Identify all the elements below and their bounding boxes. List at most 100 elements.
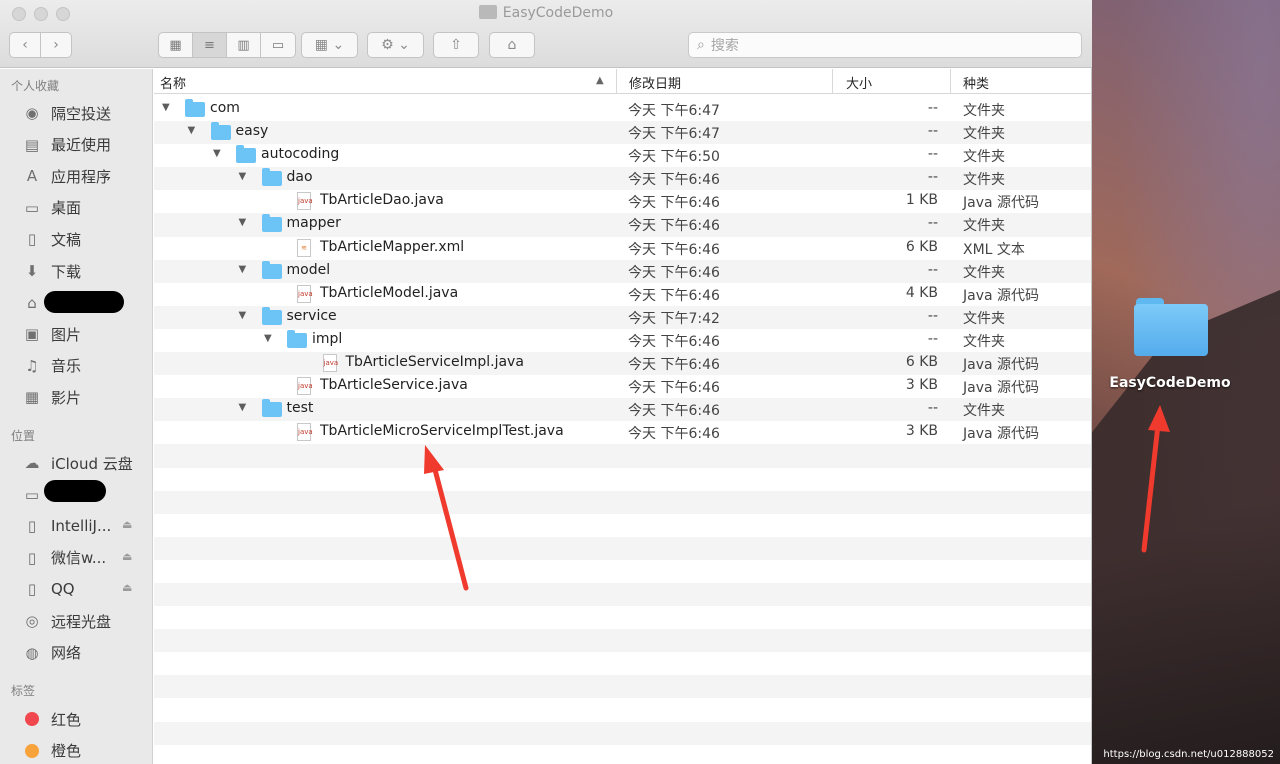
- file-row[interactable]: java TbArticleModel.java 今天 下午6:46 4 KB Java…: [154, 283, 1091, 306]
- sidebar-item-label: 桌面: [51, 199, 82, 218]
- view-mode-selector[interactable]: ▦ ≡ ▥ ▭: [158, 32, 296, 58]
- disclosure-triangle-icon[interactable]: ▼: [264, 333, 272, 344]
- sidebar-item-location[interactable]: ☁ iCloud 云盘: [21, 451, 133, 475]
- file-size: --: [927, 307, 938, 324]
- sidebar-item-location[interactable]: ▯ IntelliJ...: [21, 514, 111, 538]
- file-date: 今天 下午6:46: [628, 172, 720, 189]
- file-kind: Java 源代码: [963, 426, 1040, 443]
- sidebar-item-favorite[interactable]: ▣ 图片: [21, 322, 81, 346]
- sidebar-item-location[interactable]: ◎ 远程光盘: [21, 609, 111, 633]
- file-row[interactable]: java TbArticleDao.java 今天 下午6:46 1 KB Java 源…: [154, 190, 1091, 213]
- documents-icon: ▯: [27, 230, 37, 249]
- laptop-icon: ▭: [24, 485, 40, 504]
- sidebar-item-label: 下载: [51, 262, 82, 281]
- sidebar-item-favorite[interactable]: ◉ 隔空投送: [21, 101, 111, 125]
- disclosure-triangle-icon[interactable]: ▼: [213, 148, 221, 159]
- empty-row: [154, 698, 1091, 721]
- column-size[interactable]: 大小: [846, 73, 872, 92]
- column-kind[interactable]: 种类: [963, 73, 989, 92]
- disclosure-triangle-icon[interactable]: ▼: [239, 264, 247, 275]
- file-row[interactable]: ≋ TbArticleMapper.xml 今天 下午6:46 6 KB XML 文本: [154, 237, 1091, 260]
- icon-view-icon[interactable]: ▦: [159, 33, 193, 57]
- file-row[interactable]: java TbArticleMicroServiceImplTest.java 今天…: [154, 421, 1091, 444]
- folder-row[interactable]: ▼ service 今天 下午7:42 -- 文件夹: [154, 305, 1091, 329]
- search-field[interactable]: ⌕ 搜索: [688, 32, 1082, 58]
- file-name: dao: [286, 169, 313, 186]
- sidebar-item-location[interactable]: ▯ QQ: [21, 577, 75, 601]
- action-button[interactable]: ⚙ ⌄: [367, 32, 424, 58]
- desktop-folder-label[interactable]: EasyCodeDemo: [1100, 375, 1240, 391]
- file-kind: 文件夹: [963, 149, 1005, 166]
- folder-row[interactable]: ▼ com 今天 下午6:47 -- 文件夹: [154, 98, 1091, 121]
- share-button[interactable]: ⇧: [433, 32, 479, 58]
- sidebar-item-location[interactable]: ▯ 微信w...: [21, 546, 106, 570]
- disclosure-triangle-icon[interactable]: ▼: [239, 310, 247, 321]
- column-date[interactable]: 修改日期: [629, 73, 681, 92]
- folder-icon: [261, 214, 282, 233]
- sidebar-item-label: 网络: [51, 644, 82, 663]
- disclosure-triangle-icon[interactable]: ▼: [162, 102, 170, 113]
- list-view-icon[interactable]: ≡: [193, 33, 227, 57]
- file-size: --: [927, 100, 938, 116]
- folder-row[interactable]: ▼ model 今天 下午6:46 -- 文件夹: [154, 259, 1091, 283]
- file-row[interactable]: java TbArticleService.java 今天 下午6:46 3 KB Ja…: [154, 375, 1091, 398]
- sidebar-item-favorite[interactable]: A 应用程序: [21, 164, 111, 188]
- java-file-icon: java: [322, 354, 338, 374]
- file-size: 4 KB: [905, 284, 938, 301]
- disclosure-triangle-icon[interactable]: ▼: [239, 171, 247, 182]
- file-name: TbArticleMicroServiceImplTest.java: [320, 423, 564, 440]
- file-name: impl: [312, 330, 343, 347]
- sidebar-item-tag[interactable]: 红色: [21, 707, 81, 731]
- disclosure-triangle-icon[interactable]: ▼: [188, 125, 196, 136]
- file-date: 今天 下午6:46: [628, 426, 720, 443]
- sidebar-item-label: QQ: [51, 580, 75, 599]
- empty-row: [154, 514, 1091, 537]
- chevron-right-icon: ›: [53, 37, 59, 53]
- folder-row[interactable]: ▼ dao 今天 下午6:46 -- 文件夹: [154, 167, 1091, 191]
- folder-row[interactable]: ▼ impl 今天 下午6:46 -- 文件夹: [154, 329, 1091, 352]
- applications-icon: A: [26, 167, 38, 186]
- column-view-icon[interactable]: ▥: [227, 33, 261, 57]
- group-button[interactable]: ▦ ⌄: [301, 32, 358, 58]
- sidebar-item-tag[interactable]: 橙色: [21, 739, 81, 763]
- sidebar-item-label: 图片: [51, 325, 82, 344]
- sidebar-item-label: IntelliJ...: [51, 517, 112, 536]
- folder-row[interactable]: ▼ test 今天 下午6:46 -- 文件夹: [154, 398, 1091, 422]
- folder-row[interactable]: ▼ autocoding 今天 下午6:50 -- 文件夹: [154, 144, 1091, 167]
- sidebar-item-label: 文稿: [51, 230, 82, 249]
- eject-icon[interactable]: ⏏: [122, 581, 132, 594]
- column-name[interactable]: 名称: [160, 73, 186, 92]
- search-placeholder: 搜索: [710, 38, 739, 54]
- sidebar-item-favorite[interactable]: ▯ 文稿: [21, 227, 81, 251]
- movies-icon: ▦: [24, 388, 40, 407]
- file-kind: 文件夹: [963, 172, 1005, 189]
- file-row[interactable]: java TbArticleServiceImpl.java 今天 下午6:46 6 …: [154, 352, 1091, 376]
- disclosure-triangle-icon[interactable]: ▼: [239, 217, 247, 228]
- eject-icon[interactable]: ⏏: [122, 550, 132, 563]
- desktop-folder-icon[interactable]: [1134, 298, 1208, 356]
- grid-icon: ▦ ⌄: [314, 37, 345, 53]
- folder-row[interactable]: ▼ mapper 今天 下午6:46 -- 文件夹: [154, 213, 1091, 237]
- back-button[interactable]: ‹: [9, 32, 41, 58]
- tags-button[interactable]: ⌂: [489, 32, 535, 58]
- file-name: easy: [235, 123, 269, 140]
- sidebar-item-favorite[interactable]: ▤ 最近使用: [21, 133, 111, 157]
- eject-icon[interactable]: ⏏: [122, 518, 132, 531]
- network-icon: ◍: [25, 643, 39, 662]
- tag-color-icon: [25, 743, 39, 758]
- sidebar-item-favorite[interactable]: ▦ 影片: [21, 385, 81, 409]
- empty-row: [154, 629, 1091, 653]
- sidebar-item-favorite[interactable]: ♫ 音乐: [21, 354, 81, 378]
- sidebar-item-location[interactable]: ◍ 网络: [21, 641, 81, 665]
- sidebar-item-favorite[interactable]: ▭ 桌面: [21, 196, 81, 220]
- file-kind: 文件夹: [963, 218, 1005, 235]
- disclosure-triangle-icon[interactable]: ▼: [239, 402, 247, 413]
- gallery-view-icon[interactable]: ▭: [261, 33, 295, 57]
- file-name: TbArticleModel.java: [320, 284, 459, 301]
- forward-button[interactable]: ›: [40, 32, 72, 58]
- folder-row[interactable]: ▼ easy 今天 下午6:47 -- 文件夹: [154, 121, 1091, 145]
- sidebar-item-favorite[interactable]: ⬇ 下载: [21, 259, 81, 283]
- empty-row: [154, 560, 1091, 583]
- file-date: 今天 下午6:46: [628, 287, 720, 304]
- share-icon: ⇧: [450, 37, 462, 53]
